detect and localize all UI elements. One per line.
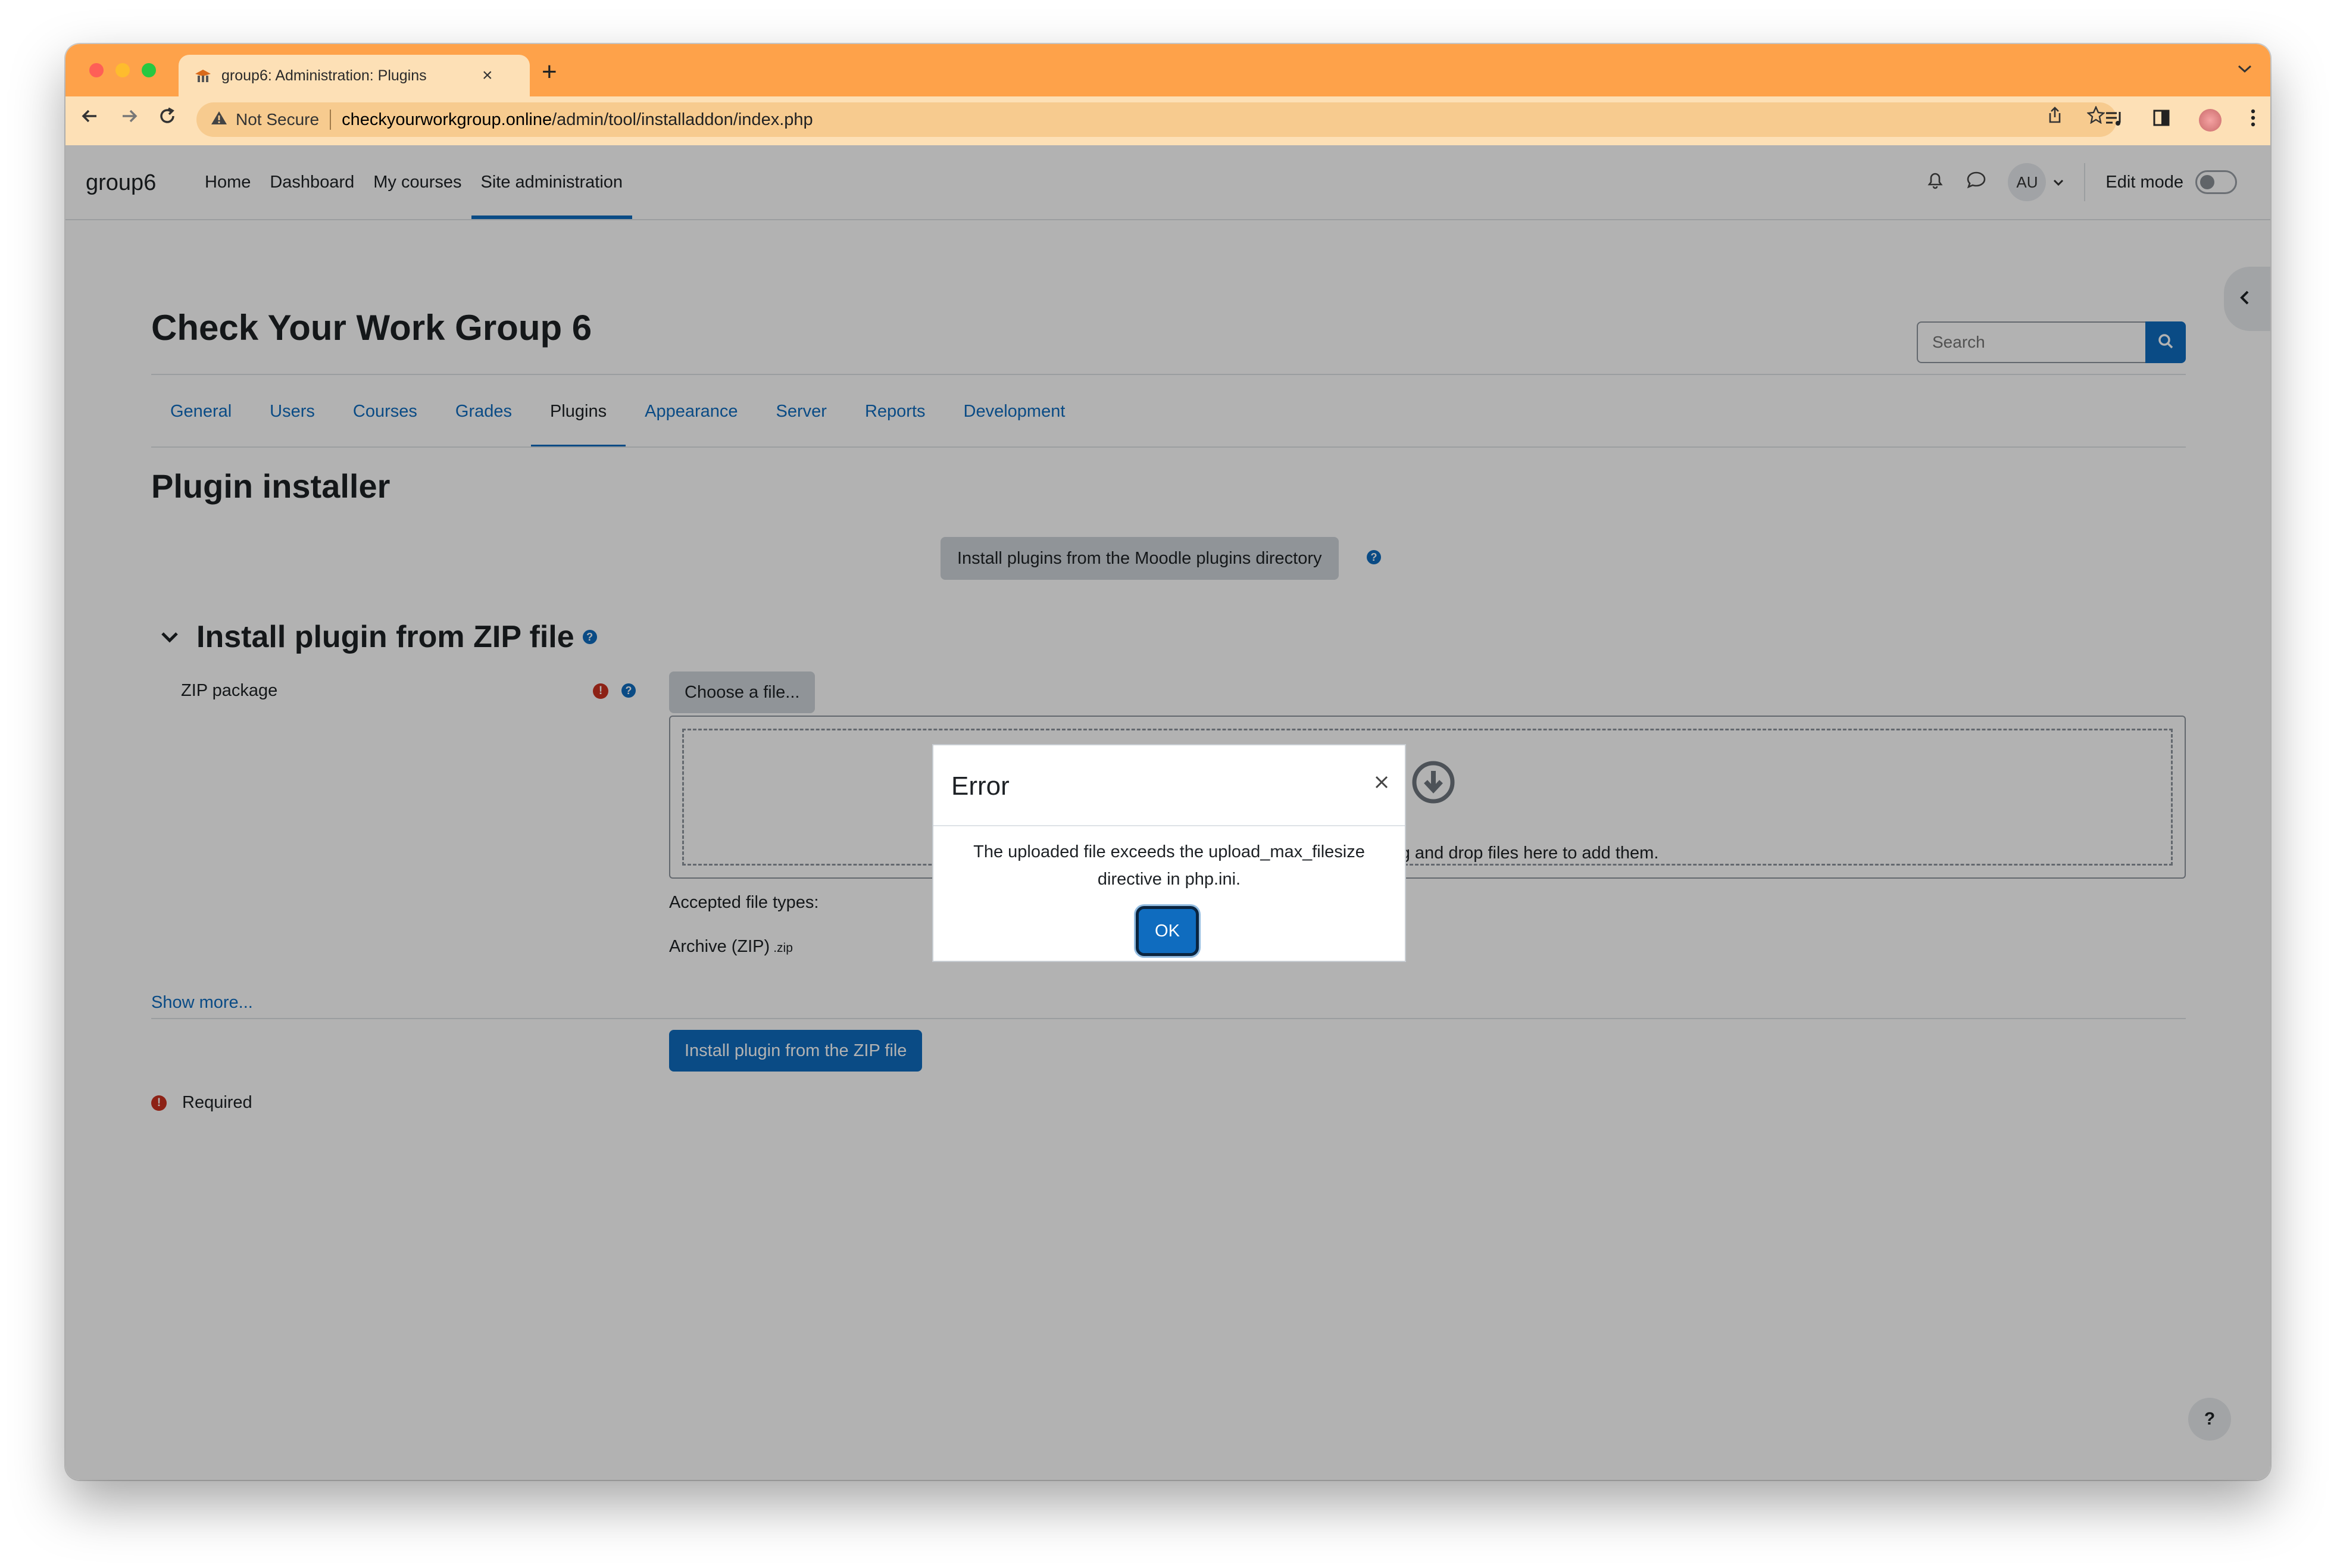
url-host: checkyourworkgroup.online (342, 110, 552, 129)
address-bar[interactable]: Not Secure checkyourworkgroup.online/adm… (196, 102, 2117, 137)
reload-icon[interactable] (157, 106, 177, 132)
url-text[interactable]: checkyourworkgroup.online/admin/tool/ins… (342, 110, 813, 130)
back-arrow-icon[interactable] (80, 106, 100, 132)
dialog-message: The uploaded file exceeds the upload_max… (973, 842, 1365, 889)
dialog-title: Error (951, 771, 1010, 801)
address-separator (330, 110, 332, 130)
url-path: /admin/tool/installaddon/index.php (552, 110, 813, 129)
browser-window: group6: Administration: Plugins × + Not … (65, 44, 2270, 1480)
tab-close-icon[interactable]: × (482, 65, 493, 86)
maximize-window-button[interactable] (142, 63, 156, 77)
tab-title: group6: Administration: Plugins (221, 67, 427, 84)
share-icon[interactable] (2047, 106, 2063, 129)
warning-icon[interactable] (211, 110, 227, 130)
tab-strip: group6: Administration: Plugins × + (65, 44, 2270, 96)
error-dialog: Error The uploaded file exceeds the uplo… (932, 744, 1406, 962)
profile-avatar-icon[interactable] (2199, 109, 2222, 132)
forward-arrow-icon[interactable] (119, 106, 139, 132)
side-panel-icon[interactable] (2152, 109, 2170, 132)
moodle-favicon-icon (194, 67, 212, 84)
browser-tab[interactable]: group6: Administration: Plugins × (179, 55, 530, 96)
close-icon[interactable] (1374, 771, 1389, 794)
new-tab-button[interactable]: + (542, 57, 557, 87)
minimize-window-button[interactable] (115, 63, 130, 77)
reading-list-icon[interactable] (2105, 110, 2124, 132)
security-label[interactable]: Not Secure (236, 110, 319, 129)
star-icon[interactable] (2086, 105, 2105, 129)
dialog-divider (933, 825, 1405, 826)
page-content: group6 Home Dashboard My courses Site ad… (65, 145, 2270, 1480)
close-window-button[interactable] (89, 63, 104, 77)
menu-dots-icon[interactable] (2250, 108, 2256, 132)
ok-button[interactable]: OK (1136, 906, 1199, 956)
tab-search-icon[interactable] (2237, 60, 2252, 79)
browser-toolbar: Not Secure checkyourworkgroup.online/adm… (65, 96, 2270, 145)
